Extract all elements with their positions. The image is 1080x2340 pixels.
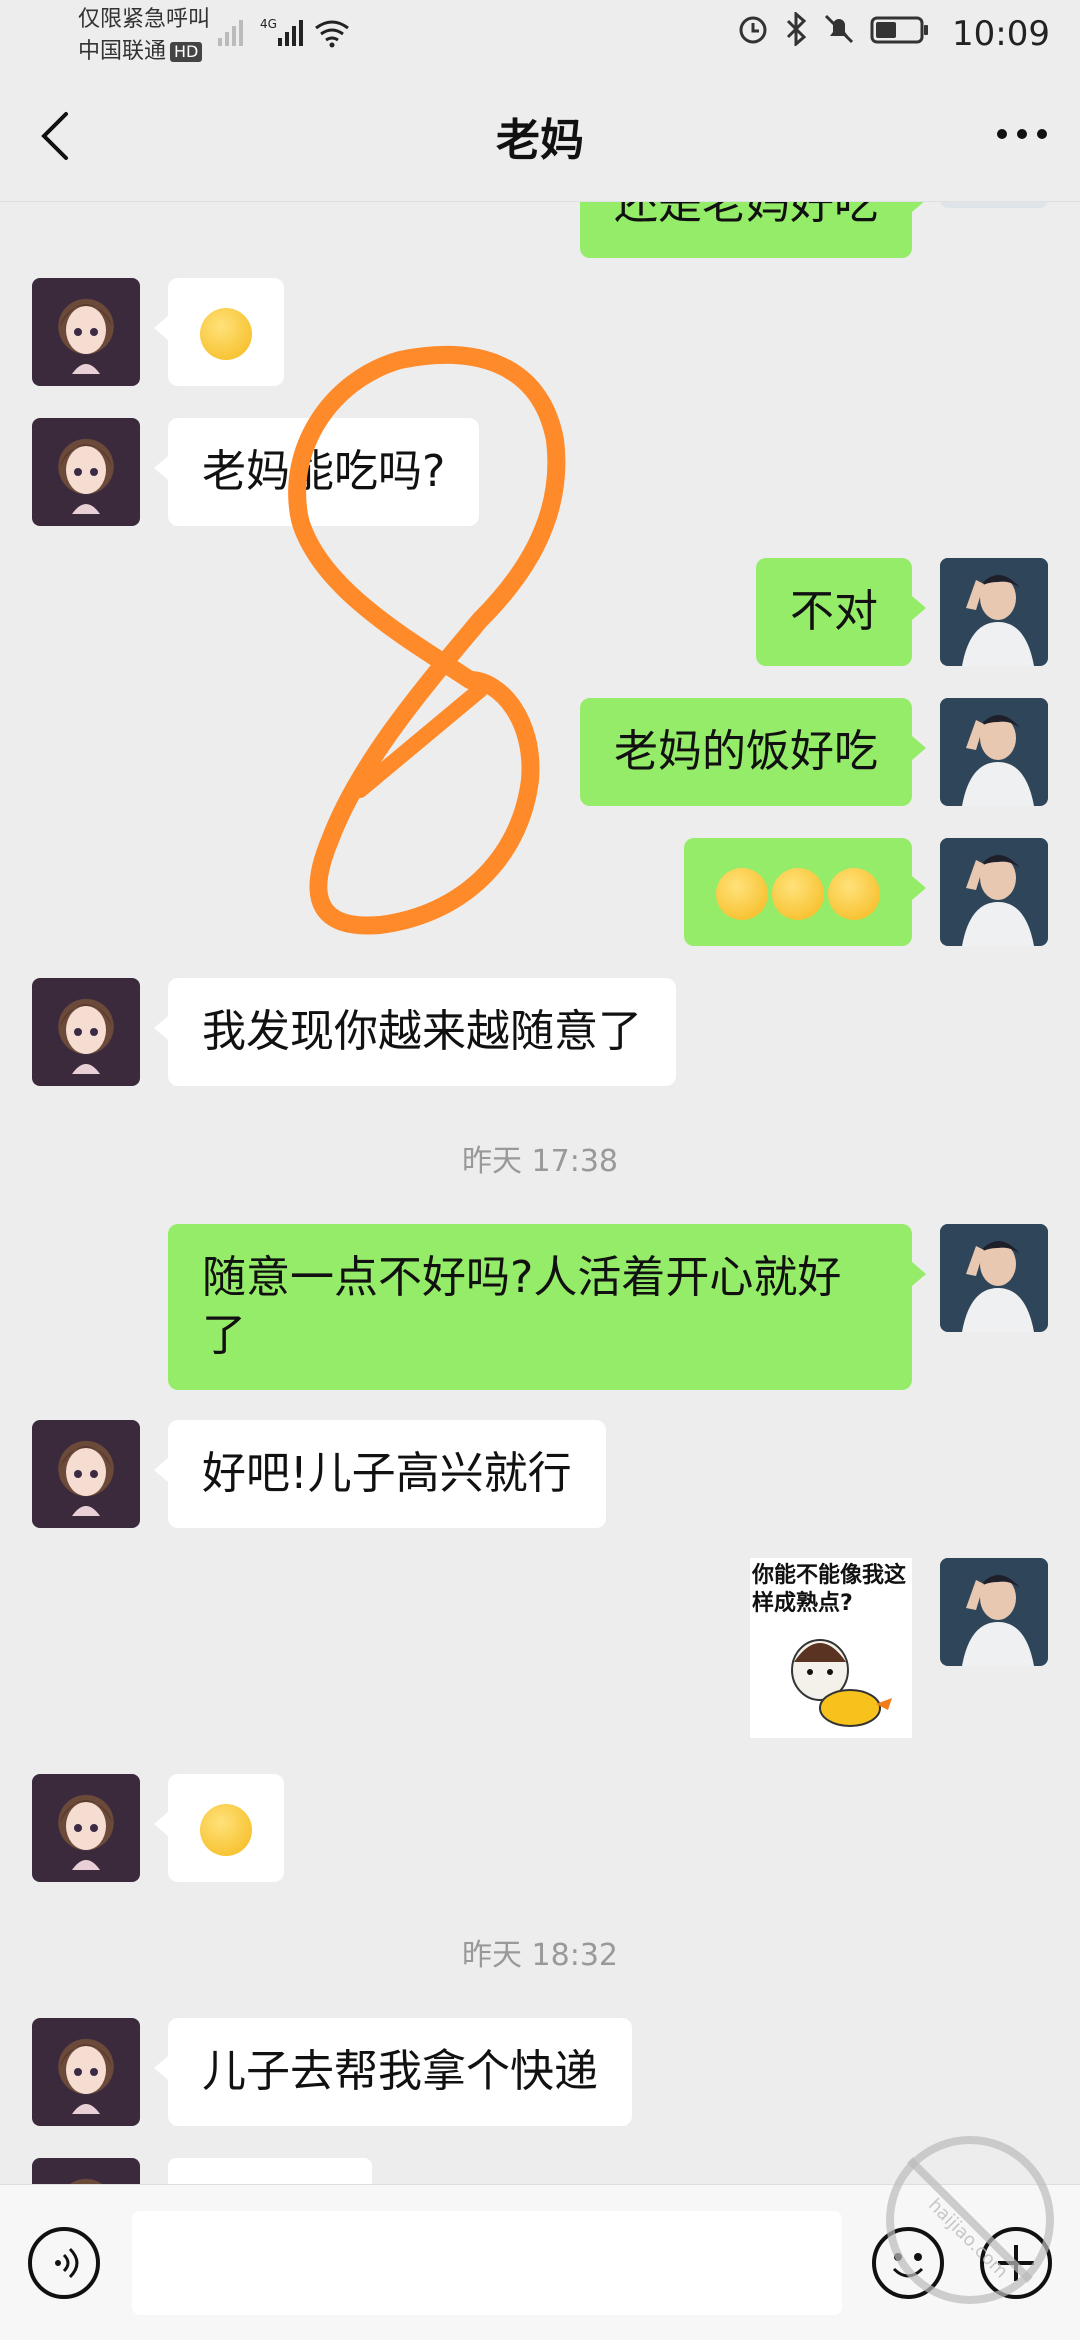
sent-message-bubble[interactable]: 老妈的饭好吃 bbox=[580, 698, 926, 806]
sticker-image[interactable]: 你能不能像我这样成熟点? bbox=[750, 1558, 912, 1738]
message-row bbox=[0, 838, 1080, 946]
mom-avatar[interactable] bbox=[32, 2158, 140, 2184]
mom-avatar[interactable] bbox=[32, 1774, 140, 1882]
received-message-bubble[interactable]: 儿子去帮我拿个快递 bbox=[154, 2018, 632, 2126]
mom-avatar[interactable] bbox=[32, 2018, 140, 2126]
received-message-bubble[interactable]: 好吧!儿子高兴就行 bbox=[154, 1420, 606, 1528]
status-bar: 仅限紧急呼叫 中国联通 HD 4G 10:09 bbox=[0, 0, 1080, 70]
received-emoji-bubble[interactable] bbox=[154, 278, 284, 386]
network-type-label: 4G bbox=[260, 17, 277, 31]
message-composer bbox=[0, 2184, 1080, 2340]
sent-message-bubble[interactable]: 不对 bbox=[756, 558, 926, 666]
message-row: 我发现你越来越随意了 bbox=[0, 978, 1080, 1086]
hand-over-mouth-face-icon bbox=[716, 868, 768, 920]
message-row bbox=[0, 2158, 1080, 2184]
message-row: 不对 bbox=[0, 558, 1080, 666]
chat-message-list[interactable]: 还是老妈好吃 老妈能吃吗? 不对 老妈的饭好吃 我发现你越来越随意了 昨天 17… bbox=[0, 202, 1080, 2184]
received-message-bubble[interactable]: 老妈能吃吗? bbox=[153, 418, 480, 526]
crying-face-icon bbox=[200, 1804, 252, 1856]
smiley-icon bbox=[892, 2253, 924, 2278]
chat-title: 老妈 bbox=[496, 115, 584, 166]
message-row: 随意一点不好吗?人活着开心就好了 bbox=[0, 1224, 1080, 1390]
status-carrier-block: 仅限紧急呼叫 中国联通 HD bbox=[78, 4, 210, 68]
grimace-face-icon bbox=[200, 308, 252, 360]
alarm-icon bbox=[736, 12, 770, 55]
clock-time: 10:09 bbox=[952, 13, 1050, 54]
sticker-character-icon bbox=[791, 1639, 892, 1727]
battery-icon bbox=[870, 12, 930, 55]
hand-over-mouth-face-icon bbox=[828, 868, 880, 920]
carrier-row: 中国联通 HD bbox=[78, 36, 210, 68]
my-avatar[interactable] bbox=[940, 1558, 1048, 1666]
hd-badge: HD bbox=[170, 42, 203, 62]
mom-avatar[interactable] bbox=[32, 978, 140, 1086]
mom-avatar[interactable] bbox=[32, 418, 140, 526]
map-card-preview[interactable] bbox=[168, 2158, 372, 2184]
carrier-name: 中国联通 bbox=[78, 39, 167, 64]
message-row: 老妈能吃吗? bbox=[0, 418, 1080, 526]
mute-bell-icon bbox=[822, 12, 856, 55]
message-row: 好吧!儿子高兴就行 bbox=[0, 1420, 1080, 1528]
my-avatar[interactable] bbox=[940, 838, 1048, 946]
chat-timestamp: 昨天 17:38 bbox=[462, 1144, 618, 1179]
bluetooth-icon bbox=[784, 10, 808, 55]
sent-emoji-bubble[interactable] bbox=[684, 838, 926, 946]
message-row bbox=[0, 278, 1080, 386]
voice-wave-icon bbox=[55, 2247, 79, 2279]
message-text-input[interactable] bbox=[132, 2211, 842, 2315]
mom-avatar[interactable] bbox=[32, 1420, 140, 1528]
message-row: 儿子去帮我拿个快递 bbox=[0, 2018, 1080, 2126]
message-row bbox=[0, 1774, 1080, 1882]
more-options-button[interactable] bbox=[992, 114, 1052, 154]
status-right-icons: 10:09 bbox=[736, 10, 1050, 55]
chat-timestamp: 昨天 18:32 bbox=[462, 1938, 618, 1973]
chat-header: 老妈 bbox=[0, 70, 1080, 202]
signal-icons: 4G bbox=[212, 14, 372, 58]
voice-input-button[interactable] bbox=[28, 2227, 100, 2299]
sent-message-bubble[interactable]: 还是老妈好吃 bbox=[580, 202, 926, 258]
my-avatar[interactable] bbox=[940, 558, 1048, 666]
more-actions-button[interactable] bbox=[980, 2227, 1052, 2299]
emoji-button[interactable] bbox=[872, 2227, 944, 2299]
received-emoji-bubble[interactable] bbox=[154, 1774, 284, 1882]
message-row: 还是老妈好吃 bbox=[0, 202, 1080, 260]
my-avatar[interactable] bbox=[940, 202, 1048, 208]
plus-icon bbox=[998, 2245, 1034, 2281]
emergency-call-text: 仅限紧急呼叫 bbox=[78, 7, 211, 32]
sent-message-bubble[interactable]: 随意一点不好吗?人活着开心就好了 bbox=[168, 1224, 926, 1390]
message-row: 老妈的饭好吃 bbox=[0, 698, 1080, 806]
my-avatar[interactable] bbox=[940, 1224, 1048, 1332]
my-avatar[interactable] bbox=[940, 698, 1048, 806]
message-row: 你能不能像我这样成熟点? bbox=[0, 1558, 1080, 1738]
hand-over-mouth-face-icon bbox=[772, 868, 824, 920]
more-dots-icon bbox=[997, 129, 1047, 139]
received-message-bubble[interactable]: 我发现你越来越随意了 bbox=[154, 978, 676, 1086]
mom-avatar[interactable] bbox=[32, 278, 140, 386]
